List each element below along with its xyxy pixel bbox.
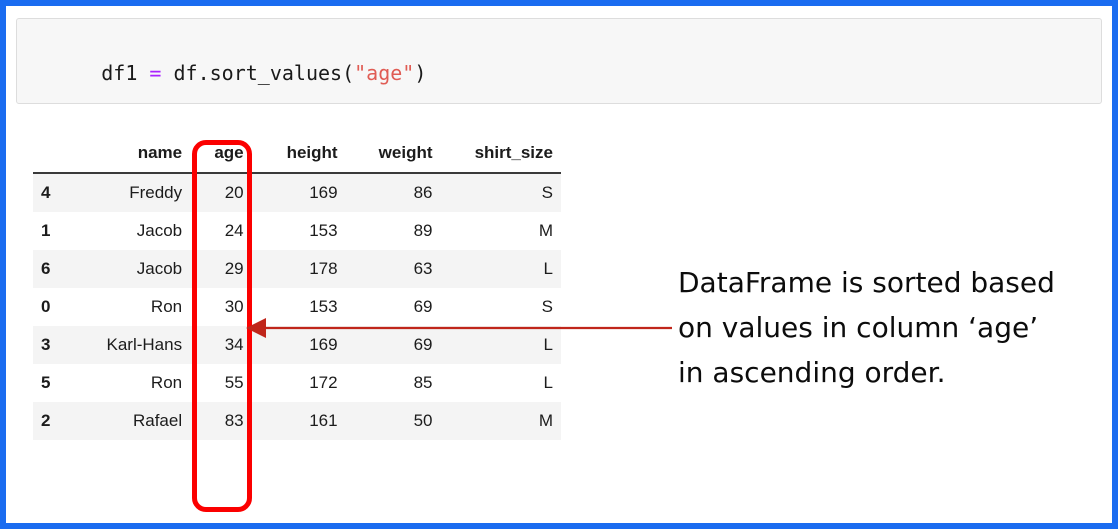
table-row: 6 Jacob 29 178 63 L xyxy=(33,250,561,288)
cell-age: 29 xyxy=(190,250,252,288)
annotation-line-2: on values in column ‘age’ xyxy=(678,311,1039,344)
code-cell[interactable]: df1 = df.sort_values("age") df1.head(10) xyxy=(16,18,1102,175)
cell-shirt-size: M xyxy=(440,402,561,440)
table-row: 3 Karl-Hans 34 169 69 L xyxy=(33,326,561,364)
cell-height: 153 xyxy=(251,212,346,250)
cell-weight: 69 xyxy=(345,326,441,364)
column-header-index xyxy=(33,139,70,174)
cell-age: 20 xyxy=(190,173,252,212)
cell-shirt-size: L xyxy=(440,364,561,402)
cell-index: 2 xyxy=(33,402,70,440)
cell-height: 169 xyxy=(251,326,346,364)
cell-age: 30 xyxy=(190,288,252,326)
cell-height: 169 xyxy=(251,173,346,212)
column-header-height: height xyxy=(251,139,346,174)
cell-index: 4 xyxy=(33,173,70,212)
notebook-screenshot: df1 = df.sort_values("age") df1.head(10)… xyxy=(0,0,1118,529)
column-header-age: age xyxy=(190,139,252,174)
cell-shirt-size: M xyxy=(440,212,561,250)
cell-height: 153 xyxy=(251,288,346,326)
code-token-plain: ) xyxy=(414,61,427,85)
cell-name: Karl-Hans xyxy=(69,326,191,364)
cell-age: 83 xyxy=(190,402,252,440)
cell-index: 6 xyxy=(33,250,70,288)
table-row: 1 Jacob 24 153 89 M xyxy=(33,212,561,250)
cell-age: 55 xyxy=(190,364,252,402)
annotation-line-1: DataFrame is sorted based xyxy=(678,266,1055,299)
cell-shirt-size: S xyxy=(440,173,561,212)
cell-weight: 63 xyxy=(345,250,441,288)
cell-height: 172 xyxy=(251,364,346,402)
table-row: 5 Ron 55 172 85 L xyxy=(33,364,561,402)
code-line-1: df1 = df.sort_values("age") xyxy=(29,28,1101,118)
cell-height: 178 xyxy=(251,250,346,288)
cell-weight: 86 xyxy=(345,173,441,212)
cell-age: 34 xyxy=(190,326,252,364)
dataframe-output-table: name age height weight shirt_size 4 Fred… xyxy=(33,139,561,440)
column-header-weight: weight xyxy=(345,139,441,174)
column-header-shirt-size: shirt_size xyxy=(440,139,561,174)
table-body: 4 Freddy 20 169 86 S 1 Jacob 24 153 89 M… xyxy=(33,173,561,440)
cell-weight: 85 xyxy=(345,364,441,402)
code-token-string: "age" xyxy=(354,61,415,85)
cell-name: Rafael xyxy=(69,402,191,440)
cell-index: 3 xyxy=(33,326,70,364)
cell-index: 0 xyxy=(33,288,70,326)
cell-weight: 69 xyxy=(345,288,441,326)
cell-shirt-size: L xyxy=(440,326,561,364)
annotation-text: DataFrame is sorted based on values in c… xyxy=(678,260,1098,395)
cell-name: Jacob xyxy=(69,250,191,288)
table-row: 0 Ron 30 153 69 S xyxy=(33,288,561,326)
code-token-plain: df1 xyxy=(101,61,150,85)
column-header-name: name xyxy=(69,139,191,174)
table-row: 4 Freddy 20 169 86 S xyxy=(33,173,561,212)
cell-shirt-size: S xyxy=(440,288,561,326)
cell-name: Freddy xyxy=(69,173,191,212)
cell-age: 24 xyxy=(190,212,252,250)
cell-weight: 50 xyxy=(345,402,441,440)
cell-index: 1 xyxy=(33,212,70,250)
table-header-row: name age height weight shirt_size xyxy=(33,139,561,174)
cell-index: 5 xyxy=(33,364,70,402)
cell-height: 161 xyxy=(251,402,346,440)
cell-weight: 89 xyxy=(345,212,441,250)
cell-shirt-size: L xyxy=(440,250,561,288)
cell-name: Ron xyxy=(69,288,191,326)
code-token-plain: df.sort_values( xyxy=(161,61,355,85)
annotation-line-3: in ascending order. xyxy=(678,356,946,389)
table-row: 2 Rafael 83 161 50 M xyxy=(33,402,561,440)
code-token-operator: = xyxy=(149,61,162,85)
cell-name: Jacob xyxy=(69,212,191,250)
cell-name: Ron xyxy=(69,364,191,402)
